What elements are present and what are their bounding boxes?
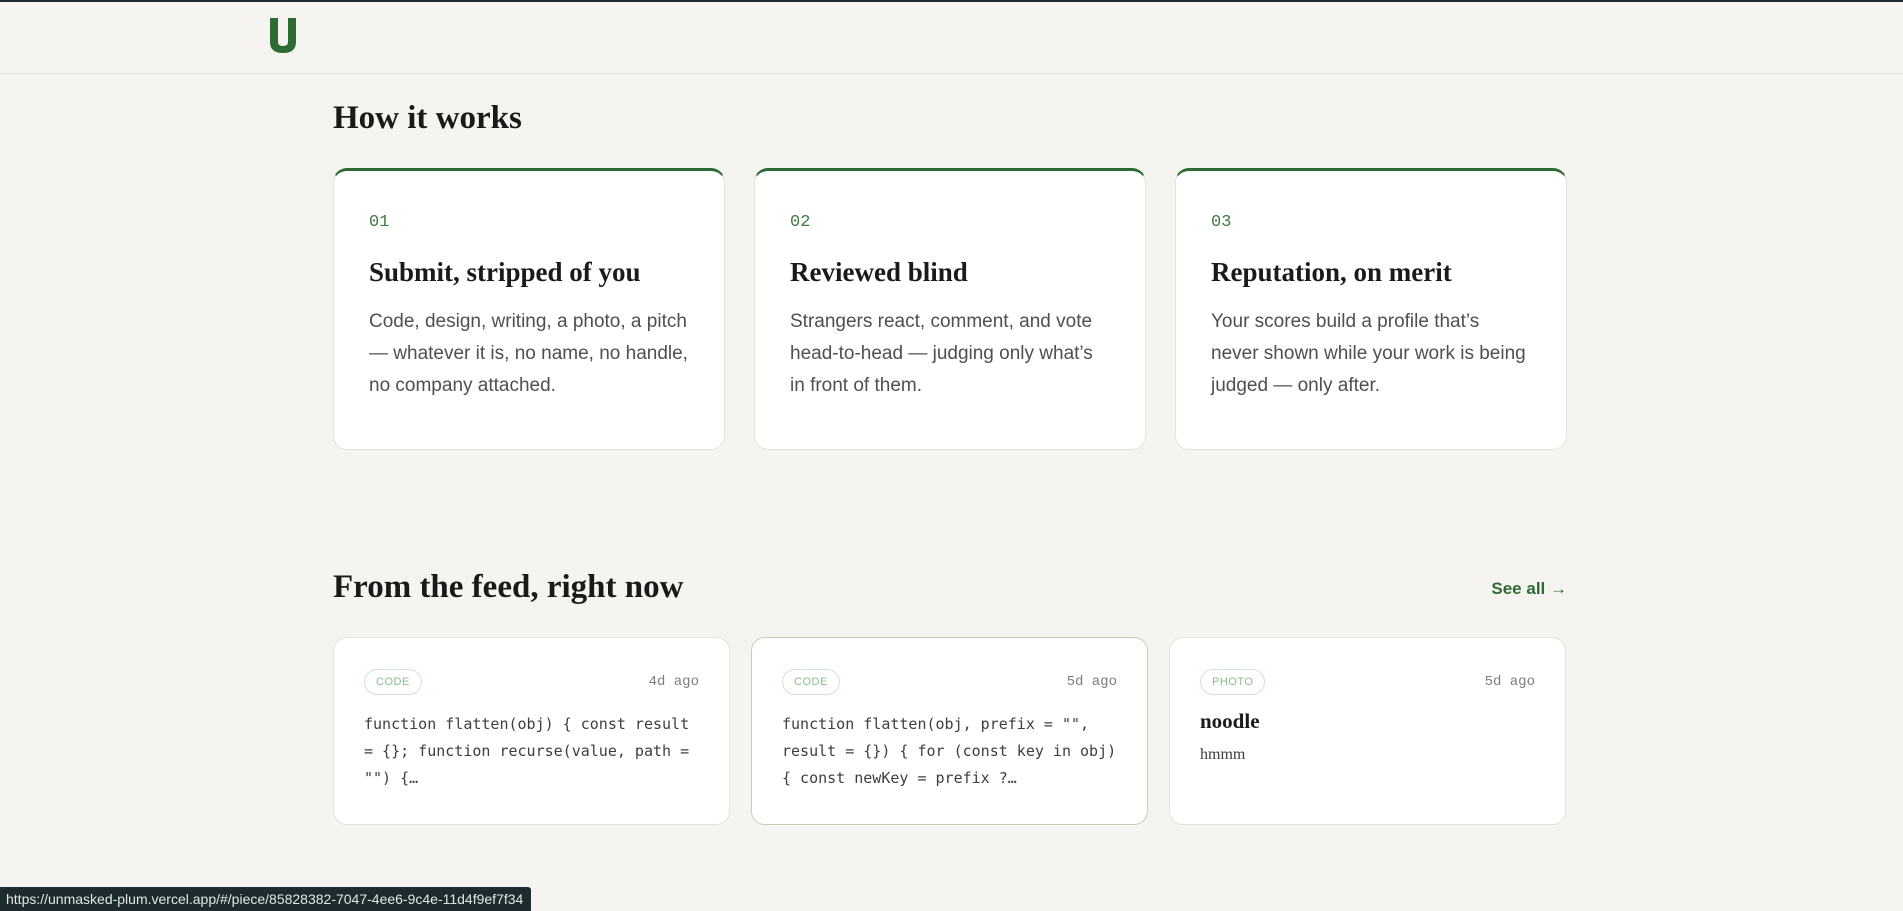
step-title: Reputation, on merit (1211, 257, 1452, 287)
feed-card-header: CODE 5d ago (782, 669, 1117, 695)
code-snippet: function flatten(obj) { const result = {… (364, 715, 690, 787)
step-description: Code, design, writing, a photo, a pitch … (369, 311, 688, 396)
step-number: 01 (369, 213, 390, 232)
post-text: hmmm (1200, 746, 1246, 763)
code-snippet: function flatten(obj, prefix = "", resul… (782, 715, 1117, 787)
step-card: 02 Reviewed blind Strangers react, comme… (754, 168, 1146, 450)
how-it-works-heading: How it works (333, 100, 522, 136)
timestamp: 4d ago (648, 674, 699, 690)
steps-row: 01 Submit, stripped of you Code, design,… (333, 168, 1567, 450)
browser-status-bar: https://unmasked-plum.vercel.app/#/piece… (0, 887, 532, 911)
step-number: 03 (1211, 213, 1232, 232)
post-title: noodle (1200, 709, 1260, 733)
step-title: Reviewed blind (790, 257, 968, 287)
step-card: 01 Submit, stripped of you Code, design,… (333, 168, 725, 450)
feed-card[interactable]: PHOTO 5d ago noodle hmmm (1169, 637, 1566, 825)
step-description: Your scores build a profile that’s never… (1211, 311, 1526, 396)
category-badge: CODE (782, 669, 840, 695)
step-title: Submit, stripped of you (369, 257, 641, 287)
unmasked-logo-icon[interactable] (268, 16, 298, 54)
timestamp: 5d ago (1066, 674, 1117, 690)
feed-card[interactable]: CODE 4d ago function flatten(obj) { cons… (333, 637, 730, 825)
feed-card[interactable]: CODE 5d ago function flatten(obj, prefix… (751, 637, 1148, 825)
feed-card-header: PHOTO 5d ago (1200, 669, 1535, 695)
category-badge: CODE (364, 669, 422, 695)
category-badge: PHOTO (1200, 669, 1266, 695)
step-card: 03 Reputation, on merit Your scores buil… (1175, 168, 1567, 450)
top-bar (0, 2, 1903, 74)
feed-card-header: CODE 4d ago (364, 669, 699, 695)
feed-row: CODE 4d ago function flatten(obj) { cons… (333, 637, 1567, 825)
feed-heading: From the feed, right now (333, 569, 684, 605)
timestamp: 5d ago (1484, 674, 1535, 690)
see-all-link[interactable]: See all → (1491, 579, 1567, 599)
step-number: 02 (790, 213, 811, 232)
step-description: Strangers react, comment, and vote head-… (790, 311, 1093, 396)
